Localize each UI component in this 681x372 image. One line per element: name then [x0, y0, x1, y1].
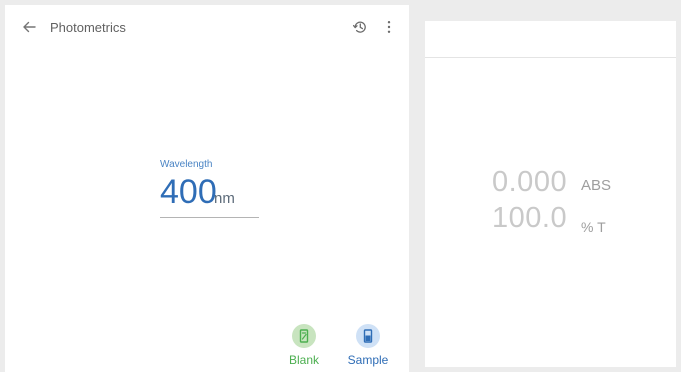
sample-icon-circle — [356, 324, 380, 348]
measurement-panel: Photometrics Wavelength 400 nm Blank Sam… — [5, 5, 409, 372]
history-icon — [352, 21, 366, 33]
wavelength-input[interactable]: 400 — [160, 174, 217, 210]
sample-button[interactable]: Sample — [340, 324, 396, 372]
sample-cuvette-icon — [363, 329, 373, 343]
sample-label: Sample — [347, 353, 389, 367]
results-header — [425, 21, 676, 58]
app-bar: Photometrics — [5, 5, 409, 49]
history-button[interactable] — [352, 19, 368, 35]
more-options-button[interactable] — [381, 19, 397, 35]
results-panel: 0.000 ABS 100.0 % T — [425, 21, 676, 367]
transmittance-unit: % T — [581, 219, 606, 235]
arrow-left-icon — [23, 21, 36, 33]
blank-icon-circle — [292, 324, 316, 348]
blank-button[interactable]: Blank — [276, 324, 332, 372]
more-vertical-icon — [387, 21, 391, 33]
app-title: Photometrics — [50, 20, 126, 35]
absorbance-value: 0.000 — [492, 166, 568, 198]
blank-cuvette-icon — [299, 329, 309, 343]
transmittance-value: 100.0 — [492, 202, 568, 234]
absorbance-unit: ABS — [581, 177, 612, 194]
wavelength-unit: nm — [214, 190, 235, 207]
wavelength-label: Wavelength — [160, 159, 213, 170]
blank-label: Blank — [288, 353, 320, 367]
back-button[interactable] — [19, 17, 39, 37]
wavelength-input-underline — [160, 217, 259, 218]
